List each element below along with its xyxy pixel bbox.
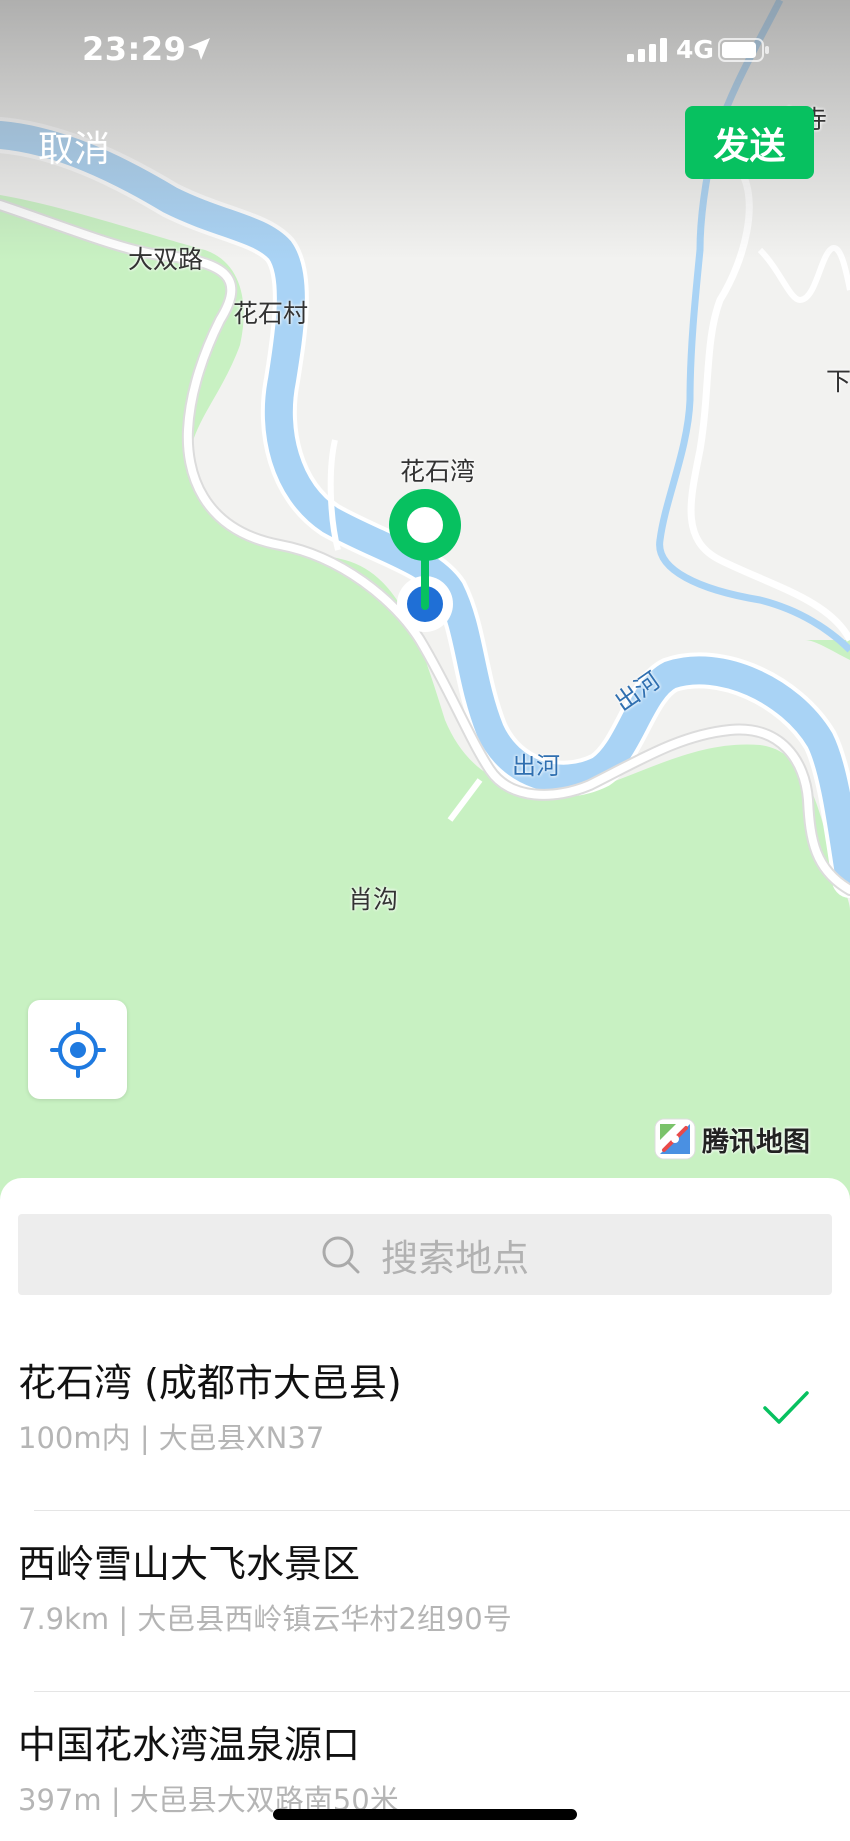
place-list: 花石湾 (成都市大邑县) 100m内 | 大邑县XN37 西岭雪山大飞水景区 7… (0, 1330, 850, 1841)
map-label-river: 出河 (512, 752, 560, 780)
list-item[interactable]: 花石湾 (成都市大邑县) 100m内 | 大邑县XN37 (0, 1330, 850, 1511)
search-icon (322, 1236, 360, 1273)
location-arrow-icon (188, 38, 210, 60)
home-indicator (273, 1809, 577, 1820)
map-label-place: 肖沟 (348, 885, 399, 914)
list-item[interactable]: 西岭雪山大飞水景区 7.9km | 大邑县西岭镇云华村2组90号 (0, 1511, 850, 1692)
map-provider-logo: 腾讯地图 (654, 1118, 810, 1160)
place-detail: 100m内 | 大邑县XN37 (18, 1421, 325, 1455)
send-button[interactable]: 发送 (685, 106, 814, 179)
location-pin-icon (389, 489, 461, 632)
locate-me-button[interactable] (28, 1000, 127, 1099)
tencent-map-logo-icon (654, 1118, 696, 1160)
search-placeholder: 搜索地点 (381, 1236, 529, 1280)
map-label-road: 大双路 (128, 245, 204, 274)
place-name: 花石湾 (成都市大邑县) (18, 1361, 402, 1405)
battery-icon (718, 38, 769, 62)
bottom-sheet: 搜索地点 花石湾 (成都市大邑县) 100m内 | 大邑县XN37 西岭雪山大飞… (0, 1178, 850, 1841)
network-type: 4G (676, 35, 714, 64)
place-detail: 7.9km | 大邑县西岭镇云华村2组90号 (18, 1602, 512, 1636)
status-bar: 23:29 4G (0, 0, 850, 100)
map-label-place: 花石湾 (400, 457, 476, 486)
search-input[interactable]: 搜索地点 (18, 1214, 832, 1295)
checkmark-icon (763, 1391, 809, 1424)
place-name: 中国花水湾温泉源口 (18, 1723, 361, 1767)
map-label-place: 下 (826, 367, 850, 396)
status-time: 23:29 (82, 30, 187, 68)
location-picker-screen: 大双路 花石村 花石湾 出河 出河 肖沟 三宝寺 下 (0, 0, 850, 1841)
map-view[interactable]: 大双路 花石村 花石湾 出河 出河 肖沟 三宝寺 下 (0, 0, 850, 1200)
map-provider-name: 腾讯地图 (702, 1126, 810, 1158)
place-name: 西岭雪山大飞水景区 (18, 1542, 361, 1586)
cellular-signal-icon (627, 38, 667, 62)
crosshair-icon (49, 1021, 106, 1078)
map-label-village: 花石村 (233, 299, 309, 328)
cancel-button[interactable]: 取消 (38, 120, 110, 172)
